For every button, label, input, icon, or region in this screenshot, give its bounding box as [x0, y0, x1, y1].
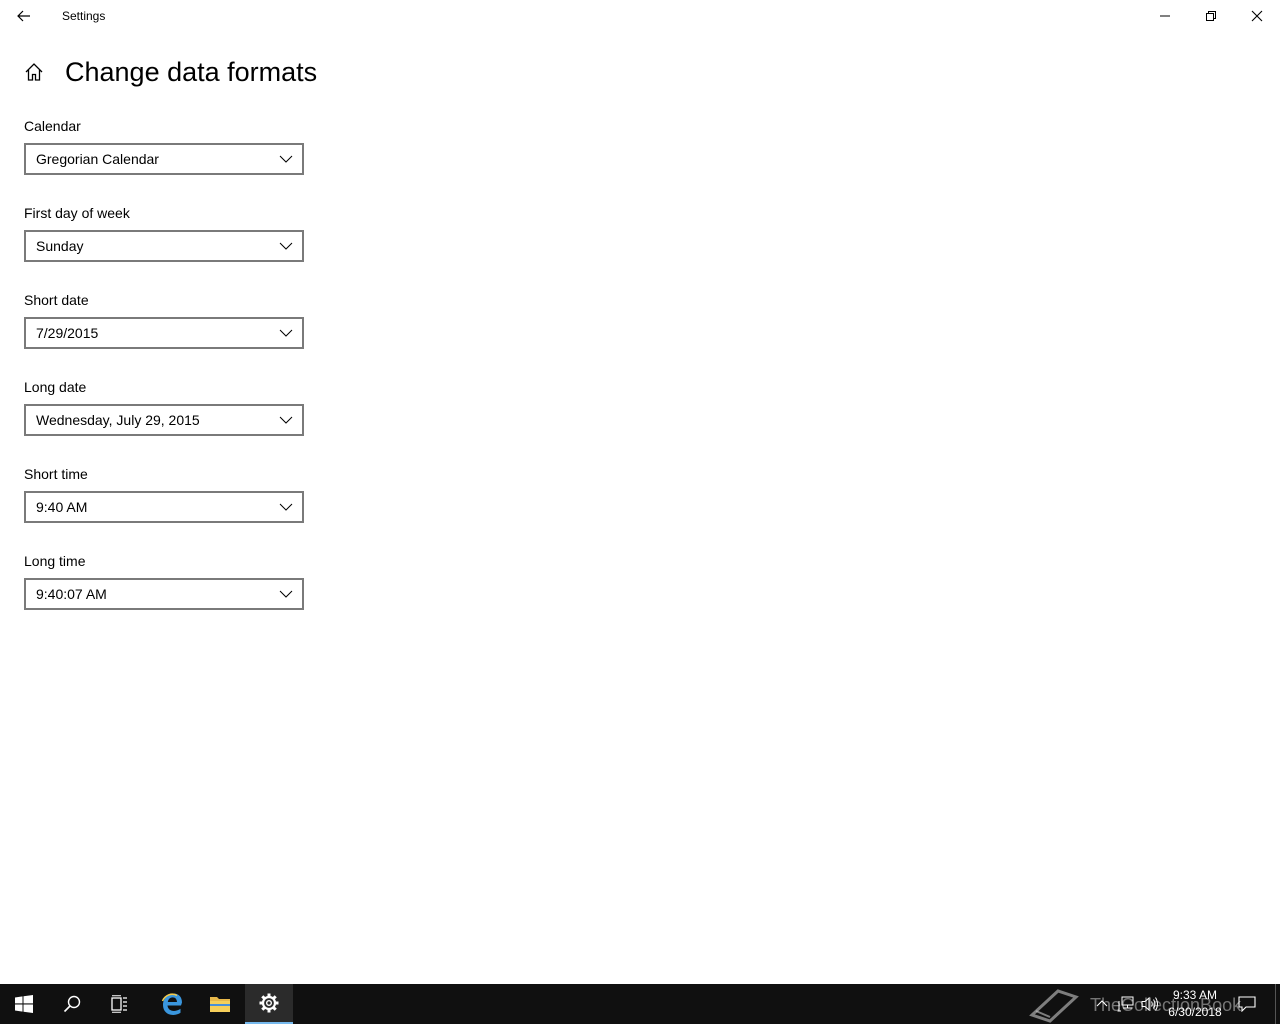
- notification-icon: [1238, 996, 1256, 1012]
- start-icon: [15, 995, 33, 1013]
- action-center-button[interactable]: [1237, 994, 1257, 1014]
- long-time-label: Long time: [24, 553, 86, 569]
- volume-tray-button[interactable]: [1140, 994, 1160, 1014]
- short-date-label: Short date: [24, 292, 89, 308]
- chevron-up-icon: [1096, 1000, 1108, 1007]
- settings-taskbar-button[interactable]: [245, 984, 293, 1024]
- edge-button[interactable]: [148, 984, 196, 1024]
- network-tray-button[interactable]: [1116, 994, 1136, 1014]
- back-button[interactable]: [0, 0, 48, 32]
- show-desktop-button[interactable]: [1275, 984, 1280, 1024]
- calendar-dropdown[interactable]: Gregorian Calendar: [24, 143, 304, 175]
- restore-button[interactable]: [1188, 0, 1234, 32]
- short-date-dropdown[interactable]: 7/29/2015: [24, 317, 304, 349]
- task-view-button[interactable]: [96, 984, 144, 1024]
- minimize-button[interactable]: [1142, 0, 1188, 32]
- clock-date: 6/30/2018: [1168, 1005, 1222, 1019]
- first-day-of-week-dropdown[interactable]: Sunday: [24, 230, 304, 262]
- tray-overflow-button[interactable]: [1092, 994, 1112, 1014]
- chevron-down-icon: [279, 503, 293, 511]
- long-time-dropdown[interactable]: 9:40:07 AM: [24, 578, 304, 610]
- chevron-down-icon: [279, 242, 293, 250]
- page-title: Change data formats: [65, 57, 318, 87]
- long-date-value: Wednesday, July 29, 2015: [36, 412, 200, 428]
- first-day-of-week-value: Sunday: [36, 238, 84, 254]
- short-time-dropdown[interactable]: 9:40 AM: [24, 491, 304, 523]
- calendar-value: Gregorian Calendar: [36, 151, 159, 167]
- settings-icon: [259, 993, 279, 1013]
- file-explorer-icon: [210, 997, 230, 1012]
- long-time-value: 9:40:07 AM: [36, 586, 107, 602]
- file-explorer-button[interactable]: [196, 984, 244, 1024]
- close-button[interactable]: [1234, 0, 1280, 32]
- book-logo-icon: [1029, 989, 1079, 1023]
- chevron-down-icon: [279, 329, 293, 337]
- title-bar: Settings: [0, 0, 1280, 32]
- taskbar-clock[interactable]: 9:33 AM 6/30/2018: [1160, 987, 1230, 1021]
- chevron-down-icon: [279, 155, 293, 163]
- first-day-of-week-label: First day of week: [24, 205, 130, 221]
- search-button[interactable]: [48, 984, 96, 1024]
- network-icon: [1117, 996, 1134, 1012]
- task-view-icon: [111, 995, 127, 1013]
- restore-icon: [1206, 11, 1216, 21]
- chevron-down-icon: [279, 416, 293, 424]
- calendar-label: Calendar: [24, 118, 81, 134]
- long-date-label: Long date: [24, 379, 87, 395]
- volume-icon: [1141, 996, 1158, 1012]
- app-title: Settings: [62, 9, 106, 23]
- taskbar: TheCollectionBook 9:33 AM 6/30/2018: [0, 984, 1280, 1024]
- settings-window: Settings Change data formats Calendar Gr…: [0, 0, 1280, 984]
- minimize-icon: [1160, 15, 1170, 17]
- chevron-down-icon: [279, 590, 293, 598]
- short-time-value: 9:40 AM: [36, 499, 88, 515]
- close-icon: [1251, 10, 1263, 22]
- clock-time: 9:33 AM: [1172, 988, 1218, 1002]
- short-date-value: 7/29/2015: [36, 325, 99, 341]
- search-icon: [63, 995, 81, 1013]
- home-button[interactable]: [20, 58, 48, 86]
- edge-icon: [161, 993, 182, 1015]
- long-date-dropdown[interactable]: Wednesday, July 29, 2015: [24, 404, 304, 436]
- start-button[interactable]: [0, 984, 48, 1024]
- back-arrow-icon: [17, 10, 30, 22]
- short-time-label: Short time: [24, 466, 88, 482]
- home-icon: [25, 63, 43, 81]
